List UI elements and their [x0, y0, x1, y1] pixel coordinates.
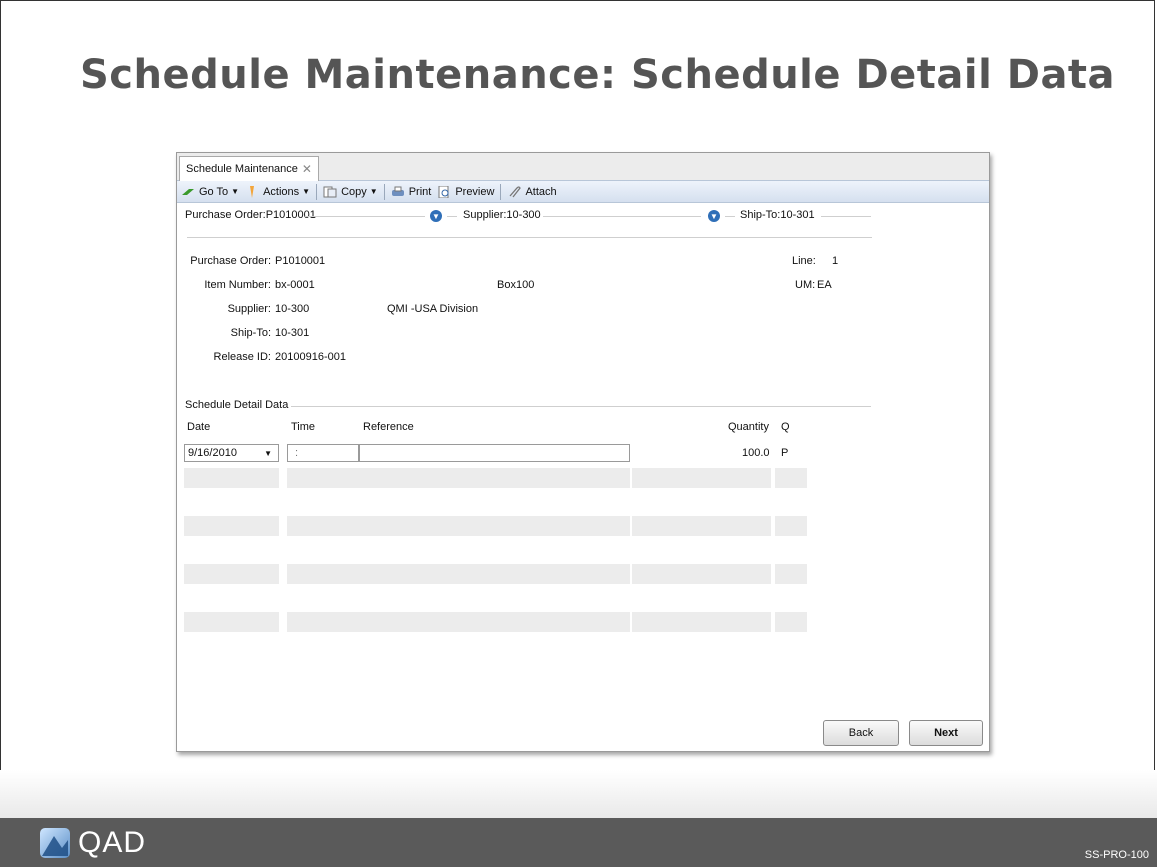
- release-id-label: Release ID:: [213, 351, 271, 363]
- grid-cell[interactable]: [775, 612, 807, 632]
- grid-cell[interactable]: [632, 516, 771, 536]
- column-header-q: Q: [781, 421, 790, 433]
- supplier-label: Supplier:: [227, 303, 271, 315]
- release-id-value: 20100916-001: [275, 351, 346, 363]
- toolbar: Go To ▼ Actions ▼ Copy ▼ Print Preview Atta…: [177, 181, 989, 203]
- grid-cell[interactable]: [775, 468, 807, 488]
- supplier-value: 10-300: [275, 303, 310, 315]
- grid-cell[interactable]: [184, 564, 279, 584]
- column-header-time: Time: [291, 421, 316, 433]
- grid-cell[interactable]: [287, 612, 630, 632]
- goto-button[interactable]: Go To ▼: [181, 186, 239, 198]
- copy-label: Copy: [341, 185, 367, 198]
- grid-cell[interactable]: [184, 612, 279, 632]
- chevron-down-icon: ▼: [369, 187, 378, 196]
- qad-logo-text: QAD: [78, 826, 147, 859]
- qad-logo: QAD: [40, 826, 146, 860]
- tab-bar: Schedule Maintenance ✕: [177, 153, 989, 181]
- reference-field[interactable]: [359, 444, 630, 462]
- preview-icon: [438, 185, 449, 198]
- slide-code: SS-PRO-100: [1084, 849, 1149, 861]
- actions-label: Actions: [263, 185, 300, 198]
- attach-label: Attach: [525, 185, 557, 198]
- attach-button[interactable]: Attach: [507, 185, 557, 198]
- grid-cell[interactable]: [632, 612, 771, 632]
- supplier-section-label: Supplier:10-300: [463, 209, 541, 221]
- item-description: Box100: [497, 279, 535, 291]
- grid-cell[interactable]: [184, 516, 279, 536]
- toolbar-divider: [500, 183, 502, 200]
- item-number-value: bx-0001: [275, 279, 315, 291]
- expand-purchase-order-icon[interactable]: ▼: [430, 210, 442, 222]
- toolbar-divider: [383, 183, 385, 200]
- section-divider: [821, 216, 871, 217]
- column-header-date: Date: [187, 421, 211, 433]
- section-divider: [305, 216, 425, 217]
- tab-label: Schedule Maintenance: [186, 163, 298, 175]
- section-divider: [291, 406, 871, 407]
- grid-cell[interactable]: [184, 468, 279, 488]
- paperclip-icon: [509, 185, 522, 197]
- chevron-down-icon: ▼: [302, 187, 311, 196]
- time-field[interactable]: :: [287, 444, 359, 462]
- grid-cell[interactable]: [287, 564, 630, 584]
- close-icon[interactable]: ✕: [302, 162, 312, 176]
- grid-cell[interactable]: [775, 516, 807, 536]
- toolbar-divider: [316, 183, 318, 200]
- grid-cell[interactable]: [632, 564, 771, 584]
- ship-to-label: Ship-To:: [230, 327, 271, 339]
- section-divider: [543, 216, 701, 217]
- grid-cell[interactable]: [287, 516, 630, 536]
- chevron-down-icon: ▼: [231, 187, 240, 196]
- supplier-name: QMI -USA Division: [387, 303, 479, 315]
- quantity-value[interactable]: 100.0: [742, 447, 770, 459]
- um-label: UM:: [795, 279, 816, 291]
- item-number-label: Item Number:: [204, 279, 271, 291]
- purchase-order-section-label: Purchase Order:P1010001: [185, 209, 316, 221]
- date-picker[interactable]: 9/16/2010 ▼: [184, 444, 279, 462]
- ship-to-value: 10-301: [275, 327, 310, 339]
- goto-label: Go To: [199, 185, 229, 198]
- printer-icon: [391, 186, 404, 196]
- grid-cell[interactable]: [775, 564, 807, 584]
- slide-title: Schedule Maintenance: Schedule Detail Da…: [80, 52, 1116, 98]
- next-button[interactable]: Next: [909, 720, 983, 746]
- copy-icon: [323, 186, 337, 197]
- schedule-detail-section-title: Schedule Detail Data: [185, 399, 289, 411]
- preview-label: Preview: [455, 185, 495, 198]
- purchase-order-value: P1010001: [275, 255, 326, 267]
- ship-to-section-label: Ship-To:10-301: [740, 209, 815, 221]
- footer-fade: [0, 770, 1157, 818]
- header-divider: [187, 237, 872, 238]
- tab-schedule-maintenance[interactable]: Schedule Maintenance ✕: [179, 156, 319, 181]
- grid-cell[interactable]: [632, 468, 771, 488]
- print-button[interactable]: Print: [391, 185, 432, 198]
- expand-supplier-icon[interactable]: ▼: [708, 210, 720, 222]
- goto-icon: [182, 188, 194, 195]
- q-value[interactable]: P: [781, 447, 788, 459]
- actions-button[interactable]: Actions ▼: [245, 185, 311, 198]
- slide-footer: [0, 818, 1157, 867]
- section-divider: [447, 216, 457, 217]
- date-value: 9/16/2010: [188, 447, 237, 459]
- qad-logo-icon: [40, 828, 70, 858]
- chevron-down-icon[interactable]: ▼: [264, 449, 272, 458]
- preview-button[interactable]: Preview: [437, 185, 495, 198]
- grid-cell[interactable]: [287, 468, 630, 488]
- column-header-reference: Reference: [363, 421, 414, 433]
- time-value: :: [295, 447, 299, 459]
- copy-button[interactable]: Copy ▼: [323, 186, 378, 198]
- um-value: EA: [817, 279, 832, 291]
- actions-icon: [250, 185, 255, 198]
- line-label: Line:: [792, 255, 816, 267]
- column-header-quantity: Quantity: [728, 421, 769, 433]
- purchase-order-label: Purchase Order:: [190, 255, 271, 267]
- print-label: Print: [408, 185, 432, 198]
- section-divider: [725, 216, 735, 217]
- back-button[interactable]: Back: [823, 720, 899, 746]
- line-value: 1: [832, 255, 839, 267]
- schedule-maintenance-window: Schedule Maintenance ✕ Go To ▼ Actions ▼ C…: [176, 152, 990, 752]
